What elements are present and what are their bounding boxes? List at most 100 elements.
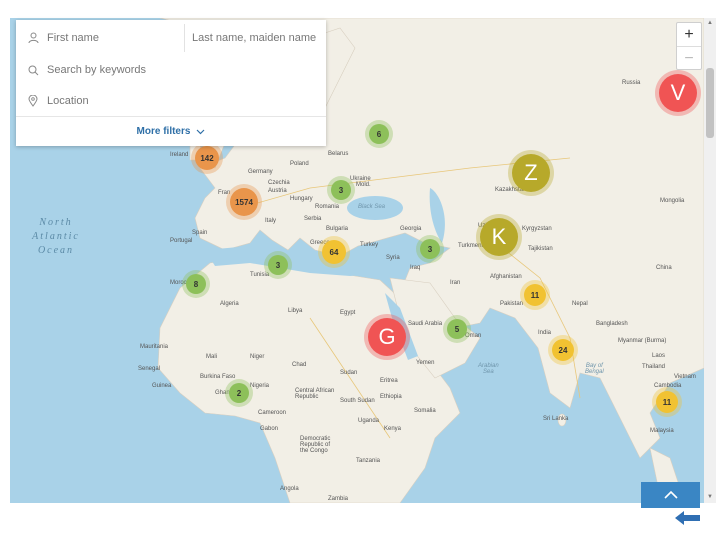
country-label-myanmar: Myanmar (Burma) bbox=[618, 338, 667, 344]
cluster-marker[interactable]: 3 bbox=[420, 239, 440, 259]
cluster-marker[interactable]: 64 bbox=[322, 240, 346, 264]
country-label-germany: Germany bbox=[248, 169, 273, 175]
country-label-sudan: Sudan bbox=[340, 370, 358, 376]
country-label-bangladesh: Bangladesh bbox=[596, 321, 628, 327]
last-name-input[interactable] bbox=[192, 32, 320, 44]
zoom-in-button[interactable]: + bbox=[677, 23, 701, 46]
country-label-yemen: Yemen bbox=[416, 360, 435, 366]
country-label-chad: Chad bbox=[292, 362, 307, 368]
country-label-angola: Angola bbox=[280, 486, 299, 492]
country-label-romania: Romania bbox=[315, 204, 340, 210]
country-label-nigeria: Nigeria bbox=[250, 383, 270, 389]
country-label-sri-lanka: Sri Lanka bbox=[543, 416, 569, 422]
country-label-oman: Oman bbox=[465, 333, 482, 339]
country-label-algeria: Algeria bbox=[220, 301, 239, 307]
atlantic-ocean-label: North Atlantic Ocean bbox=[32, 217, 80, 256]
country-label-pakistan: Pakistan bbox=[500, 301, 524, 307]
country-label-china: China bbox=[656, 265, 672, 271]
keywords-input[interactable] bbox=[47, 64, 307, 76]
country-label-kyrgyzstan: Kyrgyzstan bbox=[522, 226, 552, 232]
cluster-marker[interactable]: 11 bbox=[524, 284, 546, 306]
first-name-input[interactable] bbox=[47, 32, 177, 44]
chevron-down-icon bbox=[196, 129, 205, 135]
country-label-mauritania: Mauritania bbox=[140, 344, 169, 350]
cluster-marker[interactable]: 1574 bbox=[230, 188, 258, 216]
country-label-india: India bbox=[538, 330, 552, 336]
country-label-hungary: Hungary bbox=[290, 196, 313, 202]
arabian-sea-label: Arabian Sea bbox=[478, 363, 499, 375]
back-to-top-button[interactable] bbox=[641, 482, 700, 508]
country-label-burkina: Burkina Faso bbox=[200, 374, 236, 380]
country-label-mongolia: Mongolia bbox=[660, 198, 685, 204]
country-label-spain: Spain bbox=[192, 230, 208, 236]
field-divider bbox=[184, 24, 185, 52]
zoom-control: + − bbox=[676, 22, 702, 70]
location-row bbox=[16, 85, 326, 117]
country-label-portugal: Portugal bbox=[170, 238, 193, 244]
country-label-laos: Laos bbox=[652, 353, 666, 359]
scroll-down-icon[interactable]: ▼ bbox=[706, 494, 714, 500]
country-label-serbia: Serbia bbox=[304, 216, 322, 222]
country-label-tanzania: Tanzania bbox=[356, 458, 381, 464]
cluster-marker[interactable]: 5 bbox=[447, 319, 467, 339]
country-label-austria: Austria bbox=[268, 188, 287, 194]
country-label-afghanistan: Afghanistan bbox=[490, 274, 522, 280]
zoom-out-button[interactable]: − bbox=[677, 46, 701, 70]
cluster-marker[interactable]: 3 bbox=[331, 180, 351, 200]
cluster-marker[interactable]: 2 bbox=[229, 383, 249, 403]
country-label-saudi-arabia: Saudi Arabia bbox=[408, 321, 443, 327]
country-label-tunisia: Tunisia bbox=[250, 272, 270, 278]
country-label-drc: Democratic Republic of the Congo bbox=[300, 436, 331, 454]
country-label-eritrea: Eritrea bbox=[380, 378, 398, 384]
country-label-nepal: Nepal bbox=[572, 301, 588, 307]
country-label-turkey: Turkey bbox=[360, 242, 379, 248]
country-label-cameroon: Cameroon bbox=[258, 410, 287, 416]
country-label-bulgaria: Bulgaria bbox=[326, 226, 349, 232]
country-label-guinea: Guinea bbox=[152, 383, 172, 389]
cluster-marker[interactable]: 24 bbox=[552, 339, 574, 361]
cluster-marker[interactable]: 142 bbox=[195, 146, 219, 170]
cluster-marker[interactable]: 11 bbox=[656, 391, 678, 413]
black-sea-label: Black Sea bbox=[358, 204, 386, 210]
scrollbar-thumb[interactable] bbox=[706, 68, 714, 138]
name-row bbox=[16, 22, 326, 54]
country-label-niger: Niger bbox=[250, 354, 265, 360]
cluster-marker[interactable]: 8 bbox=[186, 274, 206, 294]
person-icon bbox=[27, 32, 39, 44]
country-label-zambia: Zambia bbox=[328, 496, 349, 502]
country-label-iraq: Iraq bbox=[410, 265, 421, 271]
country-label-moldova: Mold. bbox=[356, 182, 371, 188]
keywords-row bbox=[16, 54, 326, 86]
cluster-marker[interactable]: 3 bbox=[268, 255, 288, 275]
country-label-georgia: Georgia bbox=[400, 226, 422, 232]
letter-marker-z[interactable]: Z bbox=[512, 154, 550, 192]
country-label-gabon: Gabon bbox=[260, 426, 279, 432]
search-panel: More filters bbox=[16, 20, 326, 146]
letter-marker-v[interactable]: V bbox=[659, 74, 697, 112]
country-label-ireland: Ireland bbox=[170, 152, 189, 158]
letter-marker-g[interactable]: G bbox=[368, 318, 406, 356]
cluster-marker[interactable]: 6 bbox=[369, 124, 389, 144]
country-label-south-sudan: South Sudan bbox=[340, 398, 375, 404]
location-pin-icon bbox=[27, 95, 39, 107]
country-label-cambodia: Cambodia bbox=[654, 383, 682, 389]
country-label-ethiopia: Ethiopia bbox=[380, 394, 402, 400]
country-label-vietnam: Vietnam bbox=[674, 374, 696, 380]
country-label-belarus: Belarus bbox=[328, 151, 349, 157]
scroll-up-icon[interactable]: ▲ bbox=[706, 20, 714, 26]
country-label-iran: Iran bbox=[450, 280, 461, 286]
country-label-uganda: Uganda bbox=[358, 418, 380, 424]
country-label-kenya: Kenya bbox=[384, 426, 402, 432]
back-arrow-icon[interactable] bbox=[673, 508, 703, 528]
letter-marker-k[interactable]: K bbox=[480, 218, 518, 256]
country-label-somalia: Somalia bbox=[414, 408, 436, 414]
country-label-italy: Italy bbox=[265, 218, 277, 224]
location-input[interactable] bbox=[47, 95, 307, 107]
country-label-thailand: Thailand bbox=[642, 364, 666, 370]
scrollbar[interactable]: ▲ ▼ bbox=[704, 18, 716, 503]
country-label-egypt: Egypt bbox=[340, 310, 356, 316]
country-label-senegal: Senegal bbox=[138, 366, 161, 372]
country-label-france: Fran bbox=[218, 190, 231, 196]
more-filters-button[interactable]: More filters bbox=[16, 117, 326, 146]
bay-of-bengal-label: Bay of Bengal bbox=[585, 363, 604, 375]
